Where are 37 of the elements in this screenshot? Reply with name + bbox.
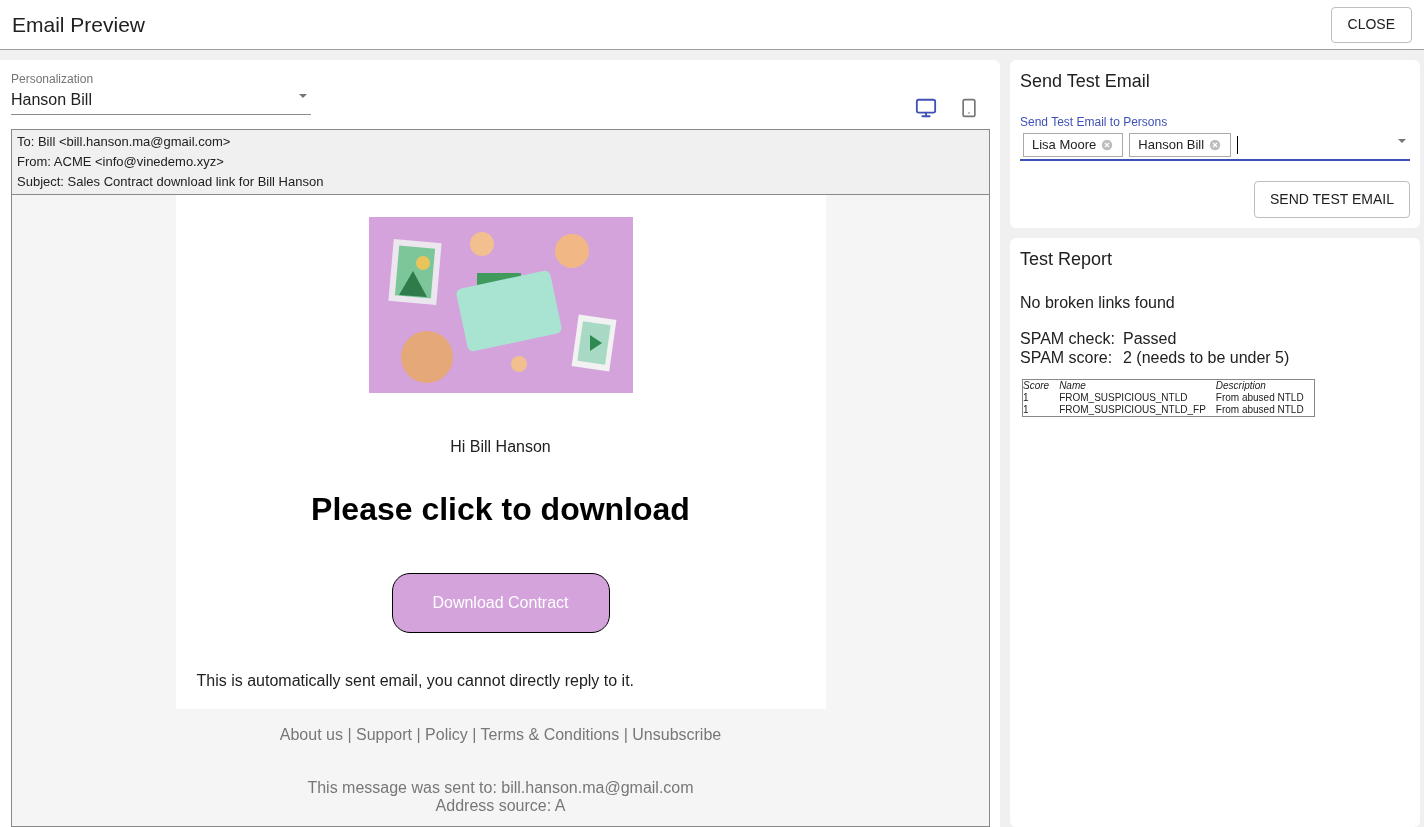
column-header: Description [1215, 380, 1267, 392]
column-header: Score [1023, 380, 1051, 392]
text-cursor [1237, 136, 1239, 154]
column-header: Name [1059, 380, 1087, 392]
greeting: Hi Bill Hanson [450, 437, 551, 457]
test-report-title: Test Report [1020, 248, 1114, 271]
desktop-view-icon[interactable] [915, 97, 937, 119]
dropdown-caret-icon [299, 94, 307, 98]
spam-label: SPAM check: [1020, 329, 1116, 348]
spam-value: 2 (needs to be under 5) [1123, 348, 1290, 367]
personalization-select[interactable]: Personalization Hanson Bill [11, 70, 311, 115]
email-heading: Please click to download [311, 490, 690, 529]
table-cell-text: 1 [1023, 404, 1030, 416]
envelope-line: From: ACME <info@vinedemo.xyz> [17, 153, 225, 171]
table-cell-text: 1 [1023, 392, 1030, 404]
person-chip[interactable]: Lisa Moore [1023, 133, 1124, 157]
spam-value: Passed [1123, 329, 1177, 348]
envelope-line: To: Bill <bill.hanson.ma@gmail.com> [17, 133, 232, 151]
dropdown-caret-icon [1398, 139, 1406, 143]
table-cell-text: FROM_SUSPICIOUS_NTLD [1059, 392, 1189, 404]
table-cell-text: From abused NTLD [1215, 392, 1305, 404]
table-cell-text: FROM_SUSPICIOUS_NTLD_FP [1059, 404, 1207, 416]
spam-label: SPAM score: [1020, 348, 1114, 367]
mobile-view-icon[interactable] [959, 98, 979, 118]
send-test-email-button[interactable]: SEND TEST EMAIL [1254, 181, 1410, 218]
close-button[interactable]: CLOSE [1330, 6, 1412, 43]
persons-field[interactable]: Send Test Email to Persons Lisa Moore Hanson Bill [1020, 113, 1410, 161]
auto-sent-note: This is automatically sent email, you cannot directly reply to it. [196, 671, 634, 691]
table-cell-text: From abused NTLD [1215, 404, 1305, 416]
footer-links[interactable]: About us | Support | Policy | Terms & Conditions | Unsubscribe [279, 723, 722, 747]
send-test-title: Send Test Email [1020, 70, 1151, 93]
broken-links-status: No broken links found [1020, 293, 1176, 313]
address-source-text: Address source: A [435, 797, 566, 815]
envelope-line: Subject: Sales Contract download link for Bill Hanson [17, 173, 325, 191]
sent-to-text: This message was sent to: bill.hanson.ma@gmail.com [307, 779, 694, 797]
person-chip[interactable]: Hanson Bill [1129, 133, 1232, 157]
dialog-title: Email Preview [12, 11, 146, 38]
